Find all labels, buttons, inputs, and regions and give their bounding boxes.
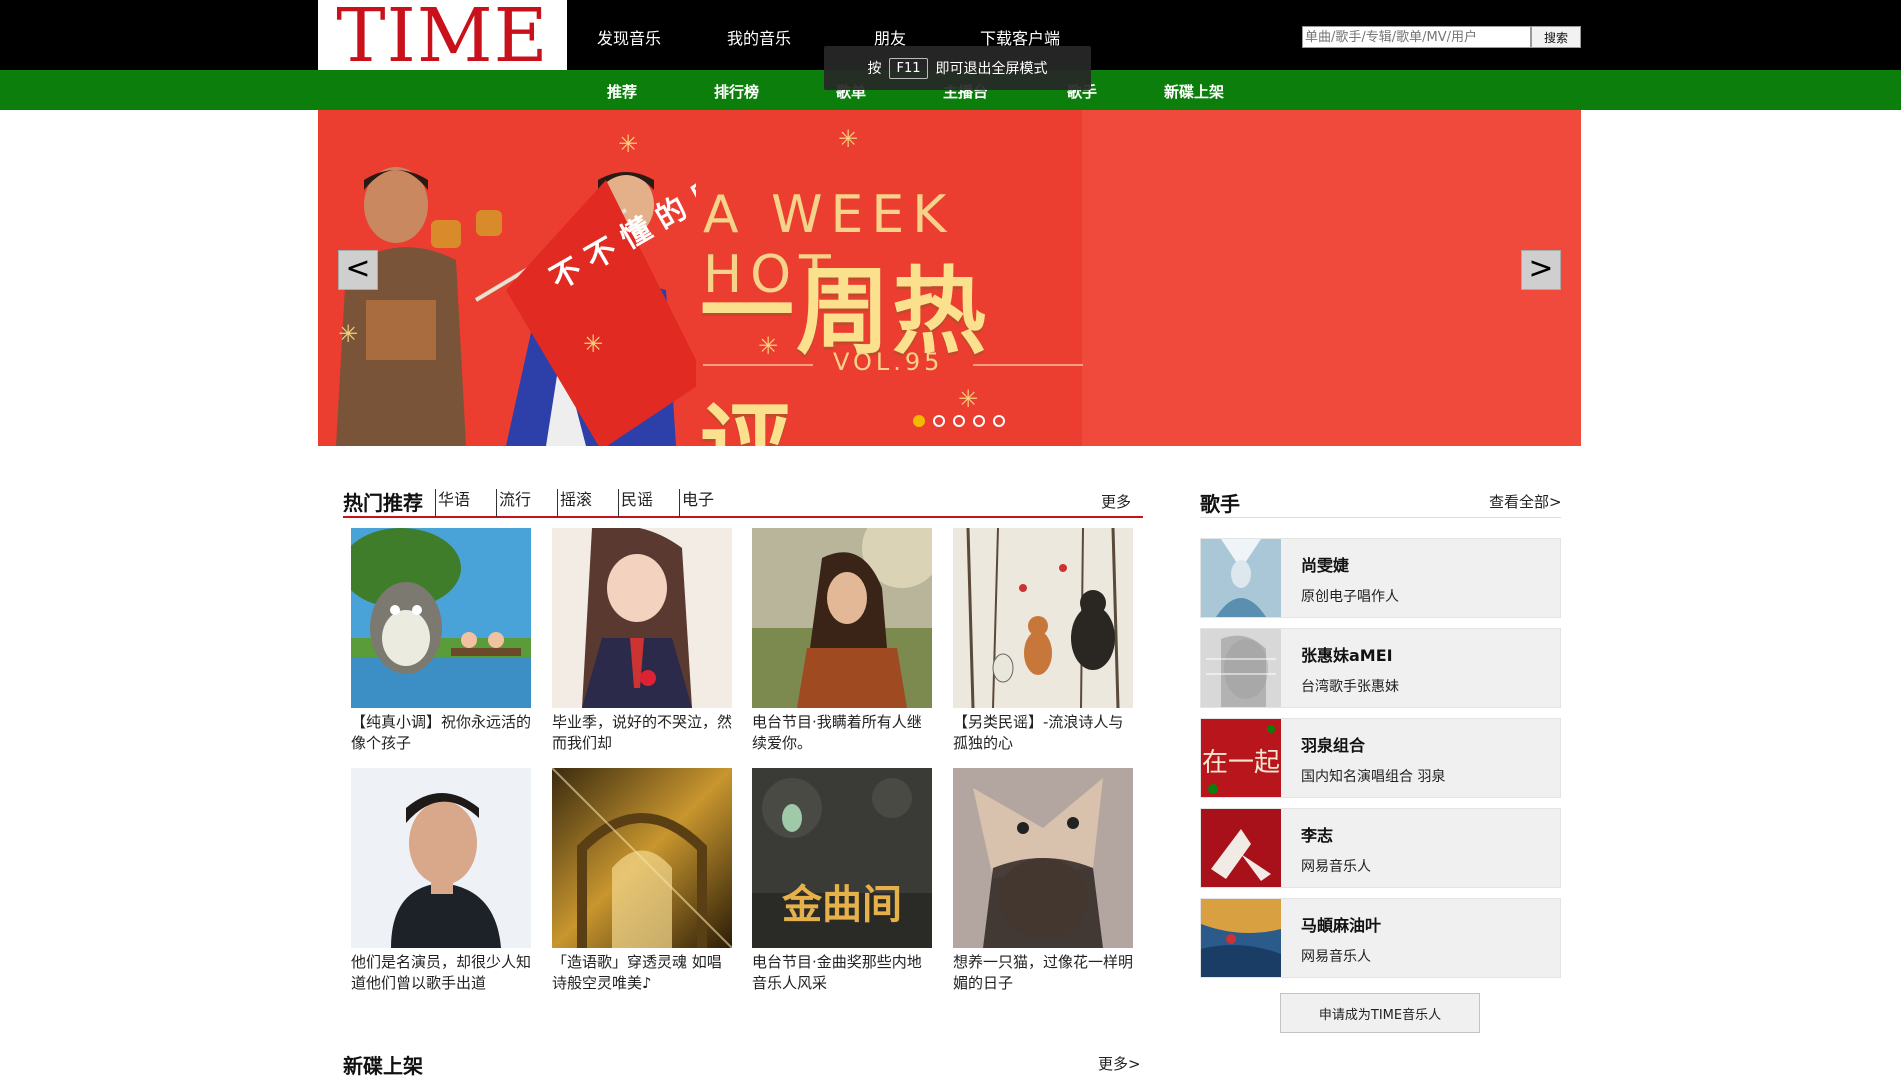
playlist-card[interactable]: 毕业季，说好的不哭泣，然而我们却 [552,528,732,754]
singer-card[interactable]: 张惠妹aMEI 台湾歌手张惠妹 [1200,628,1561,708]
playlist-card[interactable]: 想养一只猫，过像花一样明媚的日子 [953,768,1133,994]
playlist-caption[interactable]: 毕业季，说好的不哭泣，然而我们却 [552,712,734,754]
hot-title: 热门推荐 [343,491,423,515]
fullscreen-tooltip: 按 F11 即可退出全屏模式 [824,46,1091,90]
new-album-more-link[interactable]: 更多> [1098,1053,1141,1074]
banner-artwork: 不 不 懂 的 后 励 志 路 发 手 歌 新 [336,150,696,446]
singer-avatar[interactable] [1201,629,1281,707]
subnav-recommend[interactable]: 推荐 [607,81,637,102]
subnav-new-albums[interactable]: 新碟上架 [1164,81,1224,102]
logo-text: TIME [336,0,549,79]
singer-avatar[interactable] [1201,899,1281,977]
singer-desc: 国内知名演唱组合 羽泉 [1301,769,1446,785]
singer-name[interactable]: 马頔麻油叶 [1301,912,1381,936]
avatar-text: 在一起 [1202,748,1280,778]
singer-view-all-link[interactable]: 查看全部> [1489,491,1562,512]
singer-name[interactable]: 羽泉组合 [1301,732,1365,756]
tooltip-pre: 按 [867,61,882,77]
sparkle-icon: ✳ [838,125,859,153]
banner-dot[interactable] [973,415,985,427]
f11-key: F11 [889,57,928,79]
tab-pop[interactable]: 流行 [496,489,557,517]
singer-name[interactable]: 张惠妹aMEI [1301,642,1393,666]
banner-prev-button[interactable]: < [338,250,378,290]
banner-dot[interactable] [933,415,945,427]
playlist-cover[interactable] [552,528,732,708]
sparkle-icon: ✳ [338,320,359,348]
banner-carousel[interactable]: 不 不 懂 的 后 励 志 路 发 手 歌 新 ✳ ✳ ✳ ✳ ✳ ✳ A WE… [318,110,1581,446]
playlist-card[interactable]: 【另类民谣】-流浪诗人与孤独的心 [953,528,1133,754]
hot-tabs: 华语 流行 摇滚 民谣 电子 [435,489,740,517]
hot-section-header: 热门推荐 华语 流行 摇滚 民谣 电子 更多 [343,484,1143,518]
singer-desc: 原创电子唱作人 [1301,589,1399,605]
playlist-caption[interactable]: 【纯真小调】祝你永远活的像个孩子 [351,712,533,754]
singer-card[interactable]: 尚雯婕 原创电子唱作人 [1200,538,1561,618]
singer-desc: 网易音乐人 [1301,949,1371,965]
playlist-cover[interactable] [953,528,1133,708]
singer-avatar[interactable]: 在一起 [1201,719,1281,797]
logo[interactable]: TIME [318,0,567,79]
tooltip-post: 即可退出全屏模式 [935,61,1048,77]
banner-next-button[interactable]: > [1521,250,1561,290]
banner-divider [973,364,1083,366]
hot-more-link[interactable]: 更多 [1101,491,1131,512]
playlist-caption[interactable]: 想养一只猫，过像花一样明媚的日子 [953,952,1135,994]
banner-dots [913,415,1005,427]
playlist-card[interactable]: 他们是名演员，却很少人知道他们曾以歌手出道 [351,768,531,994]
banner-volume: VOL.95 [833,348,944,376]
playlist-card[interactable]: 【纯真小调】祝你永远活的像个孩子 [351,528,531,754]
singer-desc: 台湾歌手张惠妹 [1301,679,1399,695]
sparkle-icon: ✳ [583,330,604,358]
singer-desc: 网易音乐人 [1301,859,1371,875]
singer-avatar[interactable] [1201,809,1281,887]
cover-text: 金曲间 [781,882,902,928]
playlist-caption[interactable]: 电台节目·我瞒着所有人继续爱你。 [752,712,934,754]
search-input[interactable] [1302,26,1531,48]
playlist-caption[interactable]: 电台节目·金曲奖那些内地音乐人风采 [752,952,934,994]
singer-card[interactable]: 李志 网易音乐人 [1200,808,1561,888]
singer-title: 歌手 [1200,492,1240,516]
playlist-cover[interactable]: 金曲间 [752,768,932,948]
search-button[interactable]: 搜索 [1531,26,1581,48]
banner-dot[interactable] [953,415,965,427]
playlist-cover[interactable] [953,768,1133,948]
singer-card[interactable]: 在一起 羽泉组合 国内知名演唱组合 羽泉 [1200,718,1561,798]
playlist-card[interactable]: 金曲间 电台节目·金曲奖那些内地音乐人风采 [752,768,932,994]
playlist-card[interactable]: 电台节目·我瞒着所有人继续爱你。 [752,528,932,754]
playlist-cover[interactable] [351,528,531,708]
topnav-discover-music[interactable]: 发现音乐 [597,25,661,49]
playlist-cover[interactable] [552,768,732,948]
playlist-cover[interactable] [752,528,932,708]
singer-card[interactable]: 马頔麻油叶 网易音乐人 [1200,898,1561,978]
singer-avatar[interactable] [1201,539,1281,617]
singer-name[interactable]: 尚雯婕 [1301,552,1349,576]
playlist-caption[interactable]: 「造语歌」穿透灵魂 如唱诗般空灵唯美♪ [552,952,734,994]
tab-chinese[interactable]: 华语 [435,489,496,517]
sparkle-icon: ✳ [618,130,639,158]
new-album-title: 新碟上架 [343,1054,423,1078]
singer-section-header: 歌手 查看全部> [1200,484,1562,518]
topnav-my-music[interactable]: 我的音乐 [727,25,791,49]
banner-dot[interactable] [993,415,1005,427]
apply-musician-button[interactable]: 申请成为TIME音乐人 [1280,993,1480,1033]
banner-dot[interactable] [913,415,925,427]
tab-folk[interactable]: 民谣 [618,489,679,517]
subnav-charts[interactable]: 排行榜 [714,81,759,102]
banner-subtitle: 一周热评 [700,258,989,446]
tab-electronic[interactable]: 电子 [679,489,740,517]
playlist-caption[interactable]: 他们是名演员，却很少人知道他们曾以歌手出道 [351,952,533,994]
banner-slide[interactable]: 不 不 懂 的 后 励 志 路 发 手 歌 新 ✳ ✳ ✳ ✳ ✳ ✳ A WE… [318,110,1083,446]
singer-name[interactable]: 李志 [1301,822,1333,846]
playlist-card[interactable]: 「造语歌」穿透灵魂 如唱诗般空灵唯美♪ [552,768,732,994]
tab-rock[interactable]: 摇滚 [557,489,618,517]
banner-divider [703,364,813,366]
playlist-cover[interactable] [351,768,531,948]
playlist-caption[interactable]: 【另类民谣】-流浪诗人与孤独的心 [953,712,1135,754]
